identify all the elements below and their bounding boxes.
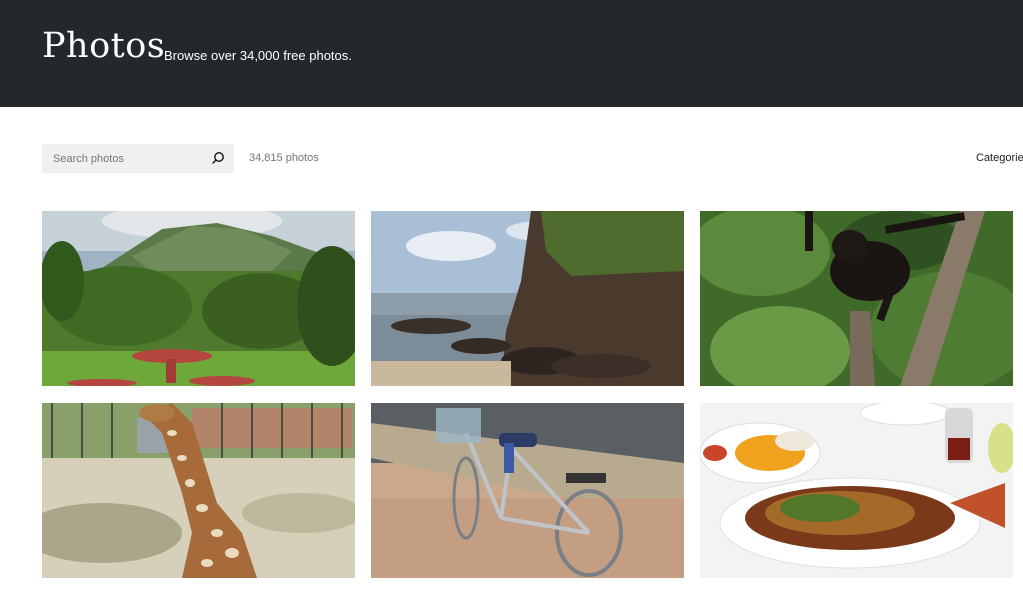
photo-fish-plate[interactable] — [700, 403, 1013, 578]
search-icon[interactable] — [210, 150, 226, 166]
photo-giraffe-image — [42, 403, 355, 578]
photo-fish-plate-image — [700, 403, 1013, 578]
search-input[interactable] — [42, 144, 202, 173]
photo-bicycle[interactable] — [371, 403, 684, 578]
search-box — [42, 144, 234, 173]
photo-coastline-image — [371, 211, 684, 386]
photo-giraffe[interactable] — [42, 403, 355, 578]
photo-monkey-image — [700, 211, 1013, 386]
photo-monkey-in-tree[interactable] — [700, 211, 1013, 386]
photo-volcano-image — [42, 211, 355, 386]
photo-volcano-landscape[interactable] — [42, 211, 355, 386]
site-header: Photos Browse over 34,000 free photos. — [0, 0, 1023, 107]
photo-bicycle-image — [371, 403, 684, 578]
site-tagline: Browse over 34,000 free photos. — [164, 48, 352, 63]
photo-count: 34,815 photos — [249, 152, 319, 164]
photo-rocky-coastline[interactable] — [371, 211, 684, 386]
page-title[interactable]: Photos — [42, 26, 165, 66]
categories-link[interactable]: Categories — [976, 152, 1023, 164]
